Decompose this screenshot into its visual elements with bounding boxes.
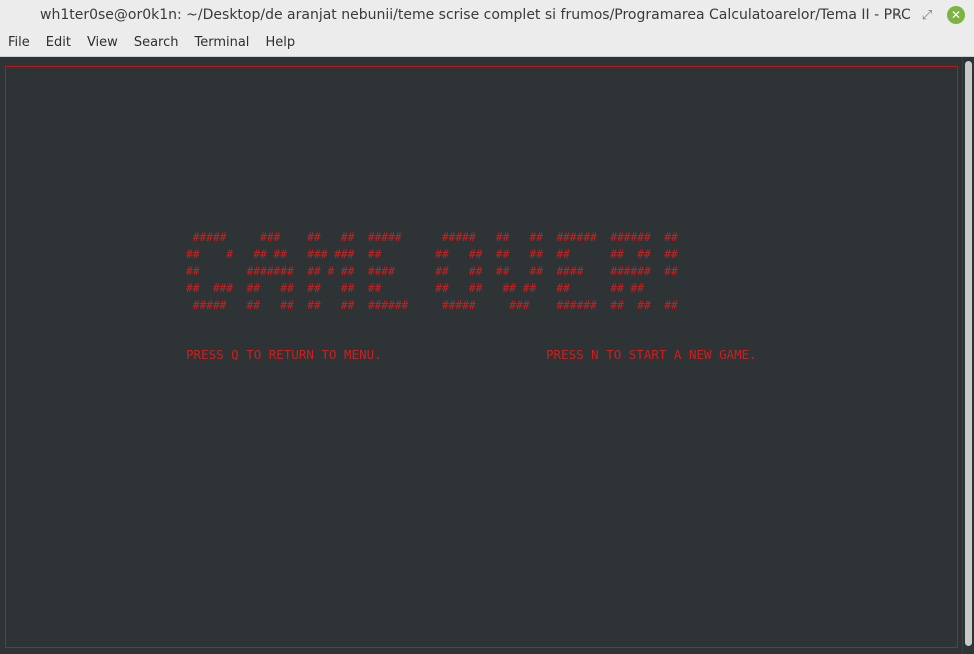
menu-terminal[interactable]: Terminal xyxy=(186,30,257,56)
game-over-ascii-art: ##### ### ## ## ##### ##### ## ## ######… xyxy=(186,229,678,314)
terminal-area[interactable]: ##### ### ## ## ##### ##### ## ## ######… xyxy=(0,57,962,654)
menu-edit[interactable]: Edit xyxy=(38,30,79,56)
title-bar: wh1ter0se@or0k1n: ~/Desktop/de aranjat n… xyxy=(0,0,974,31)
menu-search[interactable]: Search xyxy=(126,30,187,56)
menu-file[interactable]: File xyxy=(0,30,38,56)
window-title-text: wh1ter0se@or0k1n: ~/Desktop/de aranjat n… xyxy=(40,7,911,23)
new-game-prompt: PRESS N TO START A NEW GAME. xyxy=(546,347,757,362)
menu-bar: File Edit View Search Terminal Help xyxy=(0,30,974,57)
maximize-button[interactable]: ⤢ xyxy=(918,6,936,24)
minimize-button[interactable]: – xyxy=(889,6,907,24)
menu-help[interactable]: Help xyxy=(257,30,303,56)
scrollbar[interactable] xyxy=(962,57,974,654)
window-title: wh1ter0se@or0k1n: ~/Desktop/de aranjat n… xyxy=(0,0,911,30)
ascii-line: ##### ### ## ## ##### ##### ## ## ######… xyxy=(186,231,678,244)
game-border xyxy=(5,66,958,648)
scrollbar-thumb[interactable] xyxy=(965,61,972,646)
close-button[interactable]: ✕ xyxy=(947,6,965,24)
menu-view[interactable]: View xyxy=(79,30,126,56)
ascii-line: ## # ## ## ### ### ## ## ## ## ## ## ## … xyxy=(186,248,678,261)
return-to-menu-prompt: PRESS Q TO RETURN TO MENU. xyxy=(186,347,382,362)
ascii-line: ##### ## ## ## ## ###### ##### ### #####… xyxy=(186,299,678,312)
ascii-line: ## ####### ## # ## #### ## ## ## ## ####… xyxy=(186,265,678,278)
ascii-line: ## ### ## ## ## ## ## ## ## ## ## ## ## … xyxy=(186,282,645,295)
